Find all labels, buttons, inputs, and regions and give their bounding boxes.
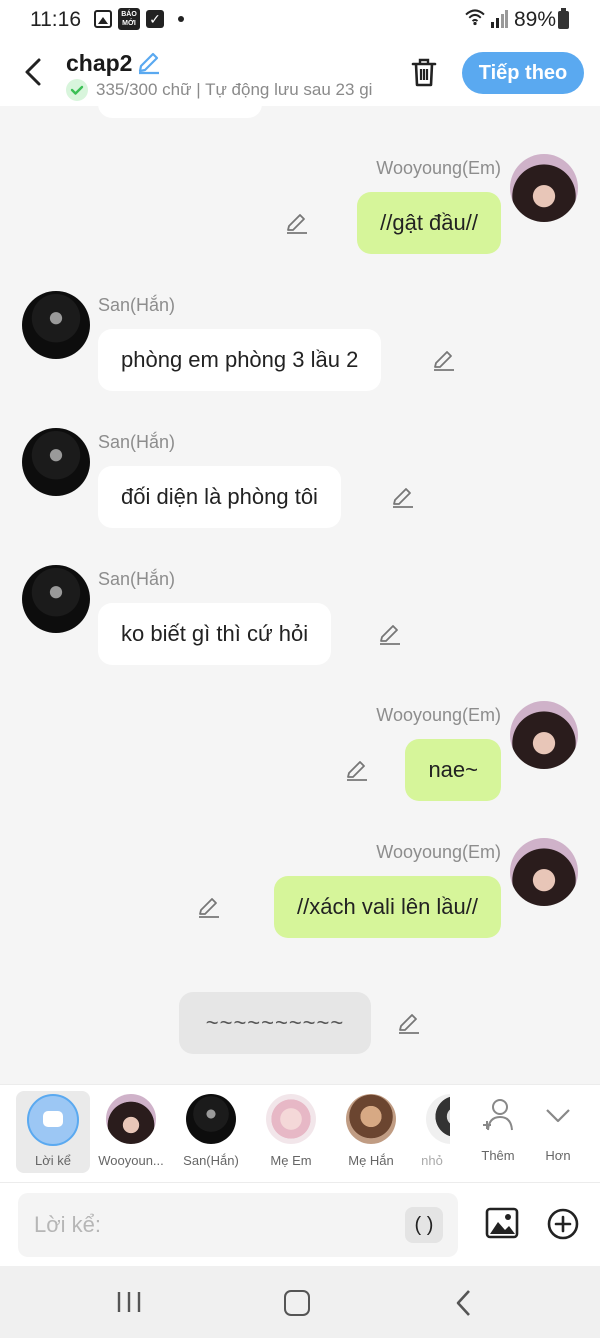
avatar-wooyoung bbox=[106, 1094, 156, 1144]
avatar-nho bbox=[426, 1094, 450, 1144]
system-back-button[interactable] bbox=[452, 1288, 476, 1318]
character-san[interactable]: San(Hắn) bbox=[174, 1091, 248, 1173]
character-narrator[interactable]: Lời kể bbox=[16, 1091, 90, 1173]
insert-image-button[interactable] bbox=[484, 1205, 520, 1241]
message-bubble[interactable]: nae~ bbox=[405, 739, 501, 801]
narrator-icon bbox=[27, 1094, 79, 1146]
word-count-autosave-status: 335/300 chữ | Tự động lưu sau 23 gi bbox=[96, 80, 373, 99]
delete-button[interactable] bbox=[406, 54, 442, 90]
add-person-icon bbox=[483, 1099, 513, 1131]
edit-message-button[interactable] bbox=[344, 757, 370, 783]
next-button[interactable]: Tiếp theo bbox=[462, 52, 584, 94]
action-parentheses-button[interactable]: ( ) bbox=[405, 1207, 443, 1243]
recent-apps-button[interactable] bbox=[116, 1290, 142, 1314]
edit-message-button[interactable] bbox=[377, 621, 403, 647]
pencil-icon bbox=[199, 898, 219, 918]
chevron-down-icon bbox=[546, 1109, 570, 1123]
avatar-wooyoung[interactable] bbox=[510, 154, 578, 222]
expand-characters-label: Hơn bbox=[545, 1148, 571, 1163]
battery-percent: 89% bbox=[514, 8, 557, 31]
editor-header: chap2 335/300 chữ | Tự động lưu sau 23 g… bbox=[0, 40, 600, 106]
chat-area[interactable]: Wooyoung(Em) //gật đầu// San(Hắn) phòng … bbox=[0, 106, 600, 1084]
pencil-icon bbox=[399, 1014, 419, 1034]
add-character-label: Thêm bbox=[481, 1148, 515, 1163]
back-arrow-icon bbox=[25, 58, 41, 86]
pencil-icon bbox=[380, 625, 400, 645]
image-icon bbox=[485, 1207, 519, 1239]
pencil-icon bbox=[287, 214, 307, 234]
composer: ( ) bbox=[0, 1182, 600, 1266]
edit-message-button[interactable] bbox=[396, 1010, 422, 1036]
character-label: Wooyoun... bbox=[98, 1153, 164, 1168]
add-character-button[interactable] bbox=[480, 1097, 516, 1133]
previous-message-bubble[interactable] bbox=[98, 106, 262, 118]
sender-name: Wooyoung(Em) bbox=[376, 158, 501, 178]
avatar-san[interactable] bbox=[22, 565, 90, 633]
character-label: Mẹ Em bbox=[270, 1153, 312, 1168]
message-bubble[interactable]: đối diện là phòng tôi bbox=[98, 466, 341, 528]
expand-characters-button[interactable] bbox=[544, 1101, 572, 1129]
status-time: 11:16 bbox=[30, 8, 81, 31]
edit-message-button[interactable] bbox=[196, 894, 222, 920]
character-selector-bar: Lời kể Wooyoun... San(Hắn) Mẹ Em Mẹ Hắn … bbox=[0, 1084, 600, 1182]
avatar-san bbox=[186, 1094, 236, 1144]
baomoi-notification-icon: BÁO MỚI bbox=[118, 8, 140, 30]
system-navigation-bar bbox=[0, 1266, 600, 1338]
message-bubble[interactable]: phòng em phòng 3 lầu 2 bbox=[98, 329, 382, 391]
message-bubble[interactable]: //xách vali lên lầu// bbox=[274, 876, 501, 938]
back-button[interactable] bbox=[16, 50, 52, 94]
avatar-wooyoung[interactable] bbox=[510, 838, 578, 906]
edit-message-button[interactable] bbox=[390, 484, 416, 510]
edit-title-button[interactable] bbox=[136, 49, 162, 75]
sender-name: Wooyoung(Em) bbox=[376, 705, 501, 725]
pencil-icon bbox=[347, 761, 367, 781]
plus-circle-icon bbox=[547, 1208, 579, 1240]
sender-name: Wooyoung(Em) bbox=[376, 842, 501, 862]
character-nho[interactable]: nhỏ bbox=[414, 1091, 450, 1173]
pencil-icon bbox=[393, 488, 413, 508]
character-wooyoung[interactable]: Wooyoun... bbox=[94, 1091, 168, 1173]
sender-name: San(Hắn) bbox=[98, 295, 176, 315]
home-button[interactable] bbox=[284, 1290, 310, 1316]
add-more-button[interactable] bbox=[546, 1207, 580, 1241]
status-bar: 11:16 BÁO MỚI ✓ 89% bbox=[0, 0, 600, 40]
character-label: San(Hắn) bbox=[183, 1153, 239, 1168]
message-bubble[interactable]: ko biết gì thì cứ hỏi bbox=[98, 603, 332, 665]
character-label: Mẹ Hắn bbox=[348, 1153, 394, 1168]
message-bubble[interactable]: //gật đầu// bbox=[357, 192, 501, 254]
checkbox-notification-icon: ✓ bbox=[146, 10, 164, 28]
pencil-icon bbox=[434, 351, 454, 371]
character-me-em[interactable]: Mẹ Em bbox=[254, 1091, 328, 1173]
character-me-han[interactable]: Mẹ Hắn bbox=[334, 1091, 408, 1173]
saved-status-icon bbox=[66, 79, 88, 101]
narration-bubble[interactable]: ~~~~~~~~~~ bbox=[179, 992, 371, 1054]
character-label: nhỏ bbox=[421, 1153, 443, 1168]
trash-icon bbox=[411, 58, 437, 87]
more-notifications-dot bbox=[178, 16, 184, 22]
signal-icon bbox=[491, 10, 508, 28]
message-input[interactable] bbox=[18, 1193, 458, 1257]
edit-message-button[interactable] bbox=[284, 210, 310, 236]
chapter-title: chap2 bbox=[66, 50, 133, 76]
sender-name: San(Hắn) bbox=[98, 569, 176, 589]
avatar-me-em bbox=[266, 1094, 316, 1144]
sender-name: San(Hắn) bbox=[98, 432, 176, 452]
check-icon bbox=[70, 85, 84, 95]
avatar-san[interactable] bbox=[22, 428, 90, 496]
character-label: Lời kể bbox=[35, 1153, 71, 1168]
avatar-me-han bbox=[346, 1094, 396, 1144]
wifi-icon bbox=[465, 9, 485, 26]
avatar-wooyoung[interactable] bbox=[510, 701, 578, 769]
gallery-notification-icon bbox=[94, 10, 112, 28]
avatar-san[interactable] bbox=[22, 291, 90, 359]
battery-icon bbox=[558, 8, 569, 29]
edit-message-button[interactable] bbox=[431, 347, 457, 373]
pencil-icon bbox=[138, 52, 159, 75]
